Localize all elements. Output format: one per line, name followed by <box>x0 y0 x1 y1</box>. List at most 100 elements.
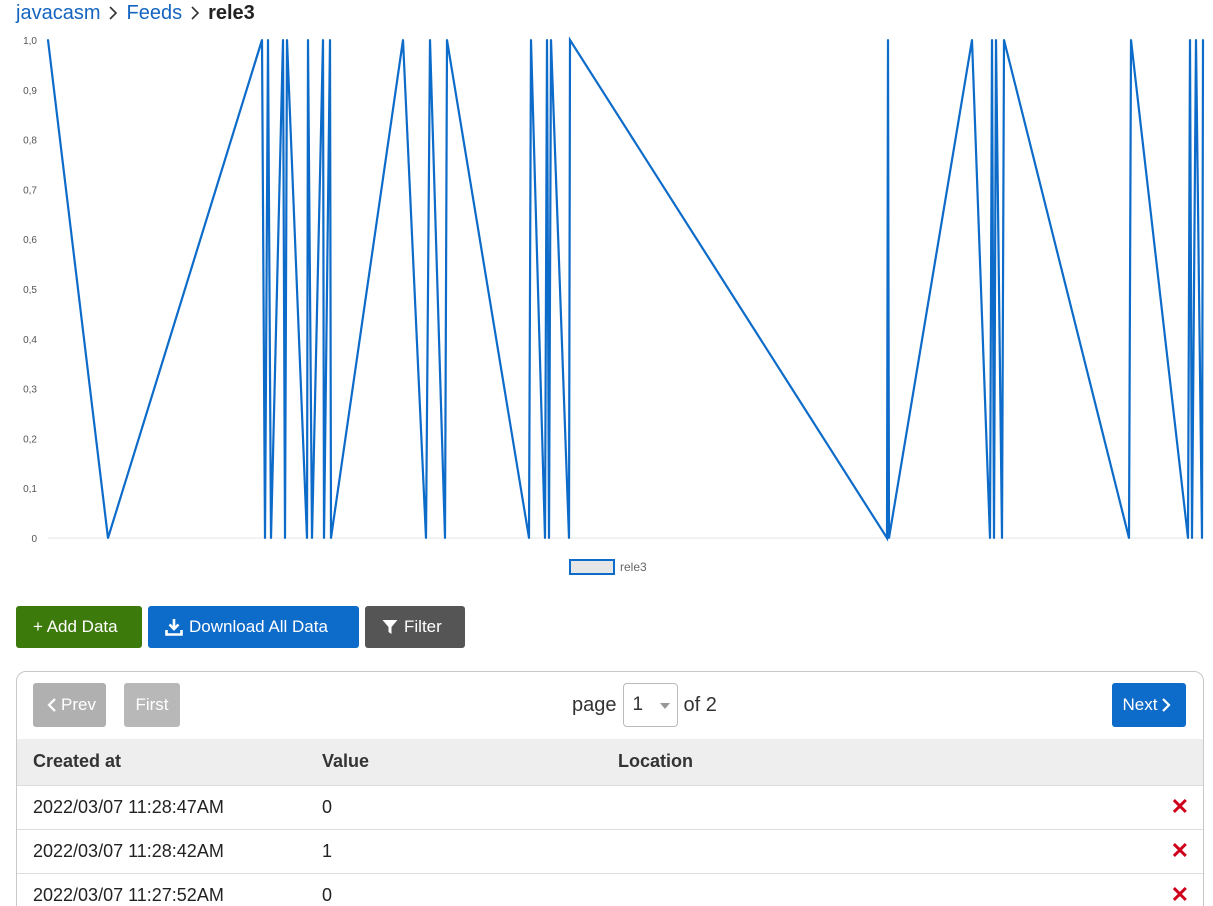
download-all-data-label: Download All Data <box>189 617 328 636</box>
y-tick-label: 0,1 <box>23 484 37 495</box>
add-data-button[interactable]: + Add Data <box>16 606 142 648</box>
chevron-right-icon <box>1162 698 1172 712</box>
delete-row-icon[interactable]: ✕ <box>1171 838 1189 863</box>
chevron-right-icon <box>100 3 126 23</box>
chevron-right-icon <box>182 3 208 23</box>
cell-created-at: 2022/03/07 11:28:47AM <box>33 796 224 817</box>
page-selector-group: page 1 of 2 <box>572 683 717 727</box>
data-point <box>546 39 548 41</box>
page-count: of 2 <box>683 693 717 716</box>
page-select[interactable]: 1 <box>622 683 678 727</box>
breadcrumb: javacasm Feeds rele3 <box>16 0 255 26</box>
page-word: page <box>572 693 617 716</box>
data-point <box>548 537 550 539</box>
delete-row-icon[interactable]: ✕ <box>1171 882 1189 906</box>
data-point <box>1001 537 1003 539</box>
pagination-bar: Prev First page 1 of 2 Next <box>17 672 1203 739</box>
filter-button[interactable]: Filter <box>365 606 465 648</box>
data-point <box>267 39 269 41</box>
filter-icon <box>382 620 398 634</box>
cell-value: 1 <box>322 840 333 861</box>
data-point <box>329 39 331 41</box>
cell-location <box>602 829 1122 873</box>
breadcrumb-current-feed: rele3 <box>208 1 255 24</box>
line-chart: 0 0,1 0,2 0,3 0,4 0,5 0,6 0,7 0,8 0,9 1,0 rele3 <box>23 36 1205 575</box>
data-point <box>330 537 332 539</box>
y-tick-label: 0,9 <box>23 86 37 97</box>
y-tick-label: 0,5 <box>23 285 37 296</box>
data-point <box>1130 39 1132 41</box>
action-buttons: + Add Data Download All Data Filter <box>16 606 465 648</box>
first-page-button[interactable]: First <box>124 683 180 727</box>
legend-swatch <box>569 559 615 575</box>
data-point <box>264 537 266 539</box>
prev-page-button[interactable]: Prev <box>33 683 106 727</box>
y-tick-label: 0,2 <box>23 434 37 445</box>
y-tick-label: 0,7 <box>23 185 37 196</box>
chart-legend: rele3 <box>569 559 647 575</box>
breadcrumb-feeds-link[interactable]: Feeds <box>126 2 182 25</box>
data-point <box>429 39 431 41</box>
data-point <box>888 537 890 539</box>
filter-label: Filter <box>404 617 442 636</box>
data-table-panel: Prev First page 1 of 2 Next Created at V… <box>16 671 1204 906</box>
y-tick-label: 0 <box>31 534 37 545</box>
data-point <box>323 537 325 539</box>
data-point <box>47 39 49 41</box>
y-tick-label: 0,6 <box>23 235 37 246</box>
y-axis: 0 0,1 0,2 0,3 0,4 0,5 0,6 0,7 0,8 0,9 1,0 <box>23 36 1203 545</box>
data-point <box>1003 39 1005 41</box>
cell-created-at: 2022/03/07 11:28:42AM <box>33 840 224 861</box>
next-label: Next <box>1122 695 1158 714</box>
data-point <box>261 39 263 41</box>
column-header-value[interactable]: Value <box>306 739 602 785</box>
data-point <box>322 39 324 41</box>
data-point <box>444 537 446 539</box>
data-point <box>402 39 404 41</box>
data-point <box>1191 537 1193 539</box>
cell-value: 0 <box>322 796 333 817</box>
cell-value: 0 <box>322 884 333 905</box>
column-header-created-at[interactable]: Created at <box>17 739 306 785</box>
caret-down-icon <box>659 703 670 709</box>
data-point <box>1202 39 1204 41</box>
y-tick-label: 0,8 <box>23 136 37 147</box>
column-header-location[interactable]: Location <box>602 739 1122 785</box>
series-line-rele3 <box>46 36 1205 542</box>
data-point <box>1128 537 1130 539</box>
data-point <box>1201 537 1203 539</box>
data-point <box>284 537 286 539</box>
data-point <box>887 39 889 41</box>
data-point <box>991 39 993 41</box>
data-point <box>1189 39 1191 41</box>
data-point <box>286 39 288 41</box>
data-point <box>446 39 448 41</box>
cell-location <box>602 873 1122 906</box>
y-tick-label: 1,0 <box>23 36 37 47</box>
data-point <box>1187 537 1189 539</box>
table-row: 2022/03/07 11:28:47AM 0 ✕ <box>17 785 1203 829</box>
add-data-label: + Add Data <box>33 617 118 636</box>
delete-row-icon[interactable]: ✕ <box>1171 794 1189 819</box>
data-point <box>550 39 552 41</box>
data-point <box>107 537 109 539</box>
data-point <box>886 537 888 539</box>
data-point <box>425 537 427 539</box>
data-point <box>1195 39 1197 41</box>
next-page-button[interactable]: Next <box>1112 683 1186 727</box>
chevron-left-icon <box>47 698 56 712</box>
data-point <box>993 537 995 539</box>
table-row: 2022/03/07 11:27:52AM 0 ✕ <box>17 873 1203 906</box>
data-table: Created at Value Location 2022/03/07 11:… <box>17 739 1203 906</box>
download-all-data-button[interactable]: Download All Data <box>148 606 359 648</box>
data-point <box>528 537 530 539</box>
cell-location <box>602 785 1122 829</box>
y-tick-label: 0,4 <box>23 335 37 346</box>
table-header-row: Created at Value Location <box>17 739 1203 785</box>
data-point <box>995 39 997 41</box>
data-point <box>530 39 532 41</box>
breadcrumb-user-link[interactable]: javacasm <box>16 2 100 25</box>
data-point <box>569 39 571 41</box>
data-point <box>311 537 313 539</box>
cell-created-at: 2022/03/07 11:27:52AM <box>33 884 224 905</box>
